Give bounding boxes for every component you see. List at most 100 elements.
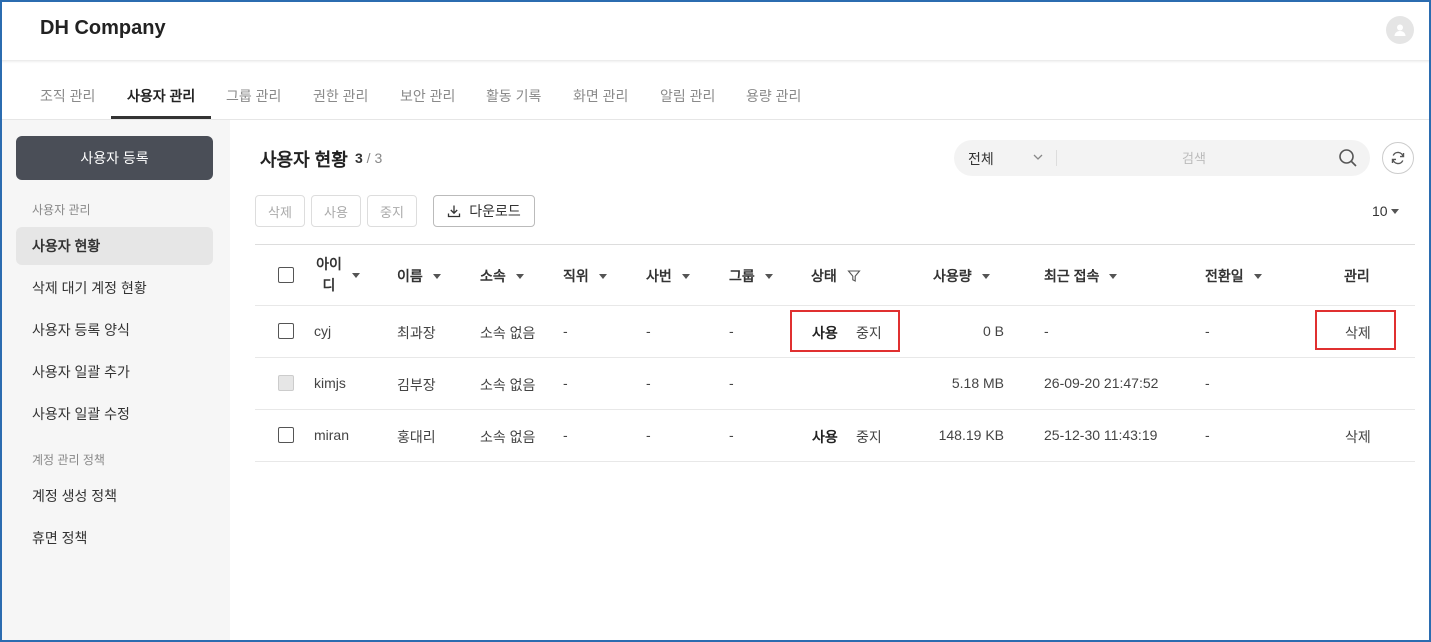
row-divider: [255, 461, 1415, 462]
search-input[interactable]: [1064, 146, 1324, 170]
row-checkbox[interactable]: [278, 323, 294, 339]
cell-emp-no: -: [646, 427, 651, 443]
cell-group: -: [729, 323, 734, 339]
disable-button[interactable]: 중지: [367, 195, 417, 227]
sidebar-item-dormant-policy[interactable]: 휴면 정책: [16, 519, 213, 557]
header-group-label: 그룹: [729, 268, 755, 284]
download-button[interactable]: 다운로드: [433, 195, 535, 227]
sort-icon: [1253, 273, 1262, 279]
cell-id[interactable]: cyj: [314, 323, 331, 339]
active-tab-indicator: [111, 116, 211, 119]
top-bar: DH Company: [0, 0, 1431, 60]
cell-convert-date: -: [1205, 427, 1210, 443]
brand-title: DH Company: [40, 17, 166, 39]
header-position[interactable]: 직위: [563, 266, 607, 286]
page-size-select[interactable]: 10: [1372, 203, 1399, 219]
refresh-icon: [1391, 151, 1405, 165]
tab-org[interactable]: 조직 관리: [40, 60, 95, 119]
header-manage-label: 관리: [1344, 268, 1370, 284]
search-icon[interactable]: [1338, 148, 1358, 168]
sort-icon: [1109, 273, 1118, 279]
header-usage-label: 사용량: [933, 268, 972, 284]
header-group[interactable]: 그룹: [729, 266, 773, 286]
tab-activity[interactable]: 활동 기록: [486, 60, 541, 119]
header-dept-label: 소속: [480, 268, 506, 284]
row-checkbox: [278, 375, 294, 391]
page-size-value: 10: [1372, 203, 1388, 219]
cell-emp-no: -: [646, 323, 651, 339]
tab-permissions[interactable]: 권한 관리: [313, 60, 368, 119]
delete-button[interactable]: 삭제: [255, 195, 305, 227]
header-id[interactable]: 아이디: [316, 254, 376, 296]
cell-group: -: [729, 375, 734, 391]
enable-button[interactable]: 사용: [311, 195, 361, 227]
highlight-box-delete: [1315, 310, 1396, 350]
delete-row-button[interactable]: 삭제: [1345, 427, 1371, 447]
cell-position: -: [563, 375, 568, 391]
user-icon: [1394, 24, 1406, 36]
cell-name: 최과장: [397, 325, 436, 341]
cell-usage: 5.18 MB: [951, 375, 1004, 391]
tab-security[interactable]: 보안 관리: [400, 60, 455, 119]
header-status[interactable]: 상태: [811, 266, 861, 286]
cell-id[interactable]: miran: [314, 427, 349, 443]
cell-name: 홍대리: [397, 429, 436, 445]
sidebar-item-user-status[interactable]: 사용자 현황: [16, 227, 213, 265]
header-dept[interactable]: 소속: [480, 266, 524, 286]
sidebar-item-bulk-edit[interactable]: 사용자 일괄 수정: [16, 395, 213, 433]
sidebar-item-bulk-add[interactable]: 사용자 일괄 추가: [16, 353, 213, 391]
header-emp-no-label: 사번: [646, 268, 672, 284]
cell-usage: 0 B: [982, 323, 1004, 339]
header-emp-no[interactable]: 사번: [646, 266, 690, 286]
table-top-border: [255, 244, 1415, 245]
cell-last-login: 26-09-20 21:47:52: [1044, 375, 1159, 391]
tab-users[interactable]: 사용자 관리: [127, 60, 195, 119]
main-nav: 조직 관리 사용자 관리 그룹 관리 권한 관리 보안 관리 활동 기록 화면 …: [0, 60, 1431, 120]
cell-convert-date: -: [1205, 375, 1210, 391]
sidebar: 사용자 등록 사용자 관리 사용자 현황 삭제 대기 계정 현황 사용자 등록 …: [2, 120, 230, 640]
sidebar-group-user-management: 사용자 관리: [32, 203, 91, 217]
row-divider: [255, 409, 1415, 410]
header-id-label: 아이디: [316, 256, 342, 293]
cell-group: -: [729, 427, 734, 443]
page-title: 사용자 현황: [260, 150, 348, 170]
cell-position: -: [563, 427, 568, 443]
count-separator: /: [362, 150, 375, 166]
header-usage[interactable]: 사용량: [933, 266, 990, 286]
header-last-login-label: 최근 접속: [1044, 268, 1100, 284]
download-icon: [448, 205, 461, 218]
sidebar-item-registration-form[interactable]: 사용자 등록 양식: [16, 311, 213, 349]
cell-emp-no: -: [646, 375, 651, 391]
sort-icon: [681, 273, 690, 279]
filter-icon[interactable]: [847, 269, 861, 283]
sidebar-item-creation-policy[interactable]: 계정 생성 정책: [16, 477, 213, 515]
header-name[interactable]: 이름: [397, 266, 441, 286]
cell-position: -: [563, 323, 568, 339]
cell-id[interactable]: kimjs: [314, 375, 346, 391]
header-position-label: 직위: [563, 268, 589, 284]
cell-convert-date: -: [1205, 323, 1210, 339]
tab-groups[interactable]: 그룹 관리: [226, 60, 281, 119]
sidebar-item-pending-deletion[interactable]: 삭제 대기 계정 현황: [16, 269, 213, 307]
chevron-down-icon[interactable]: [1032, 150, 1044, 164]
register-user-button[interactable]: 사용자 등록: [16, 136, 213, 180]
refresh-button[interactable]: [1382, 142, 1414, 174]
user-count: 3 / 3: [355, 150, 382, 166]
cell-last-login: 25-12-30 11:43:19: [1044, 427, 1158, 443]
tab-notifications[interactable]: 알림 관리: [660, 60, 715, 119]
header-last-login[interactable]: 최근 접속: [1044, 266, 1118, 286]
header-status-label: 상태: [811, 268, 837, 284]
status-use-button[interactable]: 사용: [812, 427, 838, 447]
search-scope-select[interactable]: 전체: [968, 149, 994, 169]
avatar[interactable]: [1386, 16, 1414, 44]
download-label: 다운로드: [469, 203, 521, 219]
tab-storage[interactable]: 용량 관리: [746, 60, 801, 119]
status-stop-button[interactable]: 중지: [856, 427, 882, 447]
select-all-checkbox[interactable]: [278, 267, 294, 283]
tab-screen[interactable]: 화면 관리: [573, 60, 628, 119]
header-convert-date[interactable]: 전환일: [1205, 266, 1262, 286]
row-checkbox[interactable]: [278, 427, 294, 443]
sort-icon: [764, 273, 773, 279]
header-name-label: 이름: [397, 268, 423, 284]
caret-down-icon: [1390, 208, 1399, 214]
